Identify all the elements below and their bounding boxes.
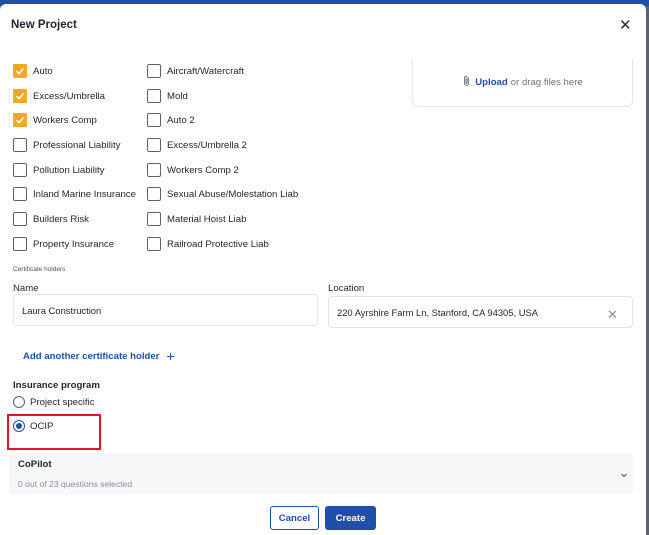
copilot-title: CoPilot: [18, 459, 52, 470]
checkbox-label: Excess/Umbrella: [33, 90, 105, 102]
coverage-checkbox-auto[interactable]: Auto: [13, 63, 53, 79]
cancel-button[interactable]: Cancel: [270, 506, 319, 530]
upload-hint: or drag files here: [510, 77, 583, 88]
checkbox-box[interactable]: [147, 187, 161, 201]
copilot-summary: 0 out of 23 questions selected: [18, 479, 133, 489]
holder-location-input[interactable]: 220 Ayrshire Farm Ln, Stanford, CA 94305…: [328, 296, 633, 328]
checkbox-box[interactable]: [147, 237, 161, 251]
checkbox-label: Auto: [33, 65, 53, 77]
checkbox-label: Mold: [167, 90, 188, 102]
paperclip-icon: [462, 75, 471, 90]
add-certificate-holder-button[interactable]: Add another certificate holder +: [23, 348, 175, 364]
name-label: Name: [13, 283, 39, 294]
checkbox-box[interactable]: [13, 237, 27, 251]
radio-circle[interactable]: [13, 396, 25, 408]
copilot-section[interactable]: CoPilot 0 out of 23 questions selected: [9, 453, 633, 494]
checkbox-box[interactable]: [147, 163, 161, 177]
coverage-checkbox-excess-umbrella[interactable]: Excess/Umbrella: [13, 88, 105, 104]
coverage-checkbox-builders-risk[interactable]: Builders Risk: [13, 211, 89, 227]
coverage-checkbox-inland-marine[interactable]: Inland Marine Insurance: [13, 186, 136, 202]
plus-icon: +: [166, 348, 175, 364]
checkbox-box[interactable]: [147, 89, 161, 103]
create-button[interactable]: Create: [325, 506, 376, 530]
certificate-holders-label: Certificate holders: [13, 266, 66, 273]
checkbox-label: Workers Comp: [33, 114, 97, 126]
checkbox-label: Auto 2: [167, 114, 195, 126]
checkbox-box[interactable]: [13, 89, 27, 103]
highlight-box: [7, 414, 101, 450]
add-holder-label: Add another certificate holder: [23, 350, 160, 362]
checkbox-label: Material Hoist Liab: [167, 213, 247, 225]
checkbox-label: Property Insurance: [33, 238, 115, 250]
checkbox-label: Excess/Umbrella 2: [167, 139, 247, 151]
radio-project-specific[interactable]: Project specific: [13, 395, 95, 409]
checkbox-label: Sexual Abuse/Molestation Liab: [167, 188, 299, 200]
coverage-checkbox-auto-2[interactable]: Auto 2: [147, 112, 195, 128]
coverage-checkbox-pollution-liability[interactable]: Pollution Liability: [13, 162, 104, 178]
checkbox-box[interactable]: [13, 212, 27, 226]
checkbox-box[interactable]: [13, 64, 27, 78]
checkbox-label: Pollution Liability: [33, 164, 105, 176]
coverage-checkbox-mold[interactable]: Mold: [147, 88, 188, 104]
coverage-checkbox-excess-umbrella-2[interactable]: Excess/Umbrella 2: [147, 137, 247, 153]
checkbox-box[interactable]: [13, 138, 27, 152]
upload-link[interactable]: Upload: [475, 77, 508, 88]
coverage-checkbox-railroad-protective[interactable]: Railroad Protective Liab: [147, 236, 269, 252]
coverage-checkbox-workers-comp-2[interactable]: Workers Comp 2: [147, 162, 239, 178]
dialog-title: New Project: [11, 19, 77, 31]
checkbox-label: Builders Risk: [33, 213, 89, 225]
checkbox-box[interactable]: [147, 113, 161, 127]
holder-name-input[interactable]: Laura Construction: [13, 294, 318, 326]
coverage-checkbox-professional-liability[interactable]: Professional Liability: [13, 137, 120, 153]
coverage-checkbox-workers-comp[interactable]: Workers Comp: [13, 112, 97, 128]
checkbox-box[interactable]: [147, 212, 161, 226]
coverage-checkbox-material-hoist[interactable]: Material Hoist Liab: [147, 211, 246, 227]
radio-label: Project specific: [30, 396, 95, 408]
file-dropzone[interactable]: Upload or drag files here: [412, 59, 633, 107]
location-label: Location: [328, 283, 365, 294]
clear-location-icon[interactable]: ✕: [607, 307, 618, 323]
close-icon[interactable]: ✕: [619, 18, 632, 33]
checkbox-box[interactable]: [13, 163, 27, 177]
checkbox-label: Workers Comp 2: [167, 164, 239, 176]
checkbox-box[interactable]: [13, 113, 27, 127]
insurance-program-label: Insurance program: [13, 380, 100, 391]
checkbox-label: Railroad Protective Liab: [167, 238, 269, 250]
coverage-checkbox-property-insurance[interactable]: Property Insurance: [13, 236, 114, 252]
new-project-dialog: New Project ✕ Auto Excess/Umbrella Worke…: [0, 4, 646, 535]
coverage-checkbox-aircraft-watercraft[interactable]: Aircraft/Watercraft: [147, 63, 244, 79]
checkbox-label: Professional Liability: [33, 139, 121, 151]
chevron-down-icon[interactable]: [619, 467, 629, 478]
coverage-checkbox-sexual-abuse-molestation[interactable]: Sexual Abuse/Molestation Liab: [147, 186, 298, 202]
checkbox-label: Aircraft/Watercraft: [167, 65, 244, 77]
checkbox-label: Inland Marine Insurance: [33, 188, 136, 200]
checkbox-box[interactable]: [147, 64, 161, 78]
checkbox-box[interactable]: [13, 187, 27, 201]
checkbox-box[interactable]: [147, 138, 161, 152]
